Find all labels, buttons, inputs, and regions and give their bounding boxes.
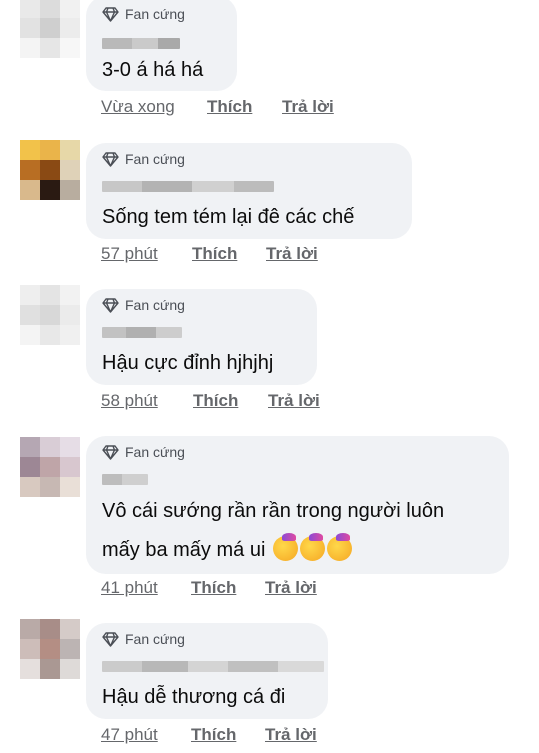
party-face-emoji-icon: [326, 533, 352, 561]
reply-button[interactable]: Trả lời: [268, 391, 320, 411]
diamond-icon: [102, 297, 119, 313]
comment-text: Sống tem tém lại đê các chế: [102, 206, 355, 228]
comment-text: Vô cái sướng rần rần trong người luôn: [102, 500, 445, 522]
avatar[interactable]: [20, 437, 80, 497]
like-button[interactable]: Thích: [193, 391, 268, 411]
fan-badge: Fan cứng: [102, 631, 185, 647]
like-button[interactable]: Thích: [207, 97, 282, 117]
comment-bubble: Fan cứng Sống tem tém lại đê các chế: [86, 143, 412, 239]
comment-actions: 41 phút Thích Trả lời: [101, 578, 317, 598]
author-name[interactable]: [102, 661, 324, 672]
like-button[interactable]: Thích: [191, 725, 265, 745]
comment-bubble: Fan cứng Hậu cực đỉnh hjhjhj: [86, 289, 317, 385]
comment-text: 3-0 á há há: [102, 59, 204, 81]
reply-button[interactable]: Trả lời: [265, 725, 317, 745]
author-name[interactable]: [102, 38, 180, 49]
comment-bubble: Fan cứng Vô cái sướng rần rần trong ngườ…: [86, 436, 509, 574]
comment-actions: Vừa xong Thích Trả lời: [101, 97, 334, 117]
timestamp-link[interactable]: Vừa xong: [101, 97, 207, 117]
party-face-emoji-icon: [272, 533, 298, 561]
comment-actions: 47 phút Thích Trả lời: [101, 725, 317, 745]
comment-text-line-2: mấy ba mấy má ui: [102, 533, 352, 566]
diamond-icon: [102, 151, 119, 167]
badge-label: Fan cứng: [125, 631, 185, 647]
reply-button[interactable]: Trả lời: [265, 578, 317, 598]
avatar[interactable]: [20, 140, 80, 200]
timestamp-link[interactable]: 41 phút: [101, 578, 191, 598]
badge-label: Fan cứng: [125, 444, 185, 460]
reply-button[interactable]: Trả lời: [266, 244, 318, 264]
comment-text: Hậu cực đỉnh hjhjhj: [102, 352, 274, 374]
fan-badge: Fan cứng: [102, 444, 185, 460]
timestamp-link[interactable]: 47 phút: [101, 725, 191, 745]
badge-label: Fan cứng: [125, 297, 185, 313]
timestamp-link[interactable]: 57 phút: [101, 244, 192, 264]
comment-actions: 57 phút Thích Trả lời: [101, 244, 318, 264]
avatar[interactable]: [20, 0, 80, 58]
diamond-icon: [102, 631, 119, 647]
like-button[interactable]: Thích: [192, 244, 266, 264]
comment-bubble: Fan cứng 3-0 á há há: [86, 0, 237, 91]
comment-actions: 58 phút Thích Trả lời: [101, 391, 320, 411]
fan-badge: Fan cứng: [102, 151, 185, 167]
diamond-icon: [102, 444, 119, 460]
author-name[interactable]: [102, 327, 182, 338]
diamond-icon: [102, 6, 119, 22]
badge-label: Fan cứng: [125, 6, 185, 22]
fan-badge: Fan cứng: [102, 297, 185, 313]
author-name[interactable]: [102, 181, 274, 192]
author-name[interactable]: [102, 474, 148, 485]
avatar[interactable]: [20, 285, 80, 345]
fan-badge: Fan cứng: [102, 6, 185, 22]
badge-label: Fan cứng: [125, 151, 185, 167]
party-face-emoji-icon: [299, 533, 325, 561]
like-button[interactable]: Thích: [191, 578, 265, 598]
avatar[interactable]: [20, 619, 80, 679]
comment-bubble: Fan cứng Hậu dễ thương cá đi: [86, 623, 328, 719]
reply-button[interactable]: Trả lời: [282, 97, 334, 117]
comment-text: Hậu dễ thương cá đi: [102, 686, 286, 708]
timestamp-link[interactable]: 58 phút: [101, 391, 193, 411]
